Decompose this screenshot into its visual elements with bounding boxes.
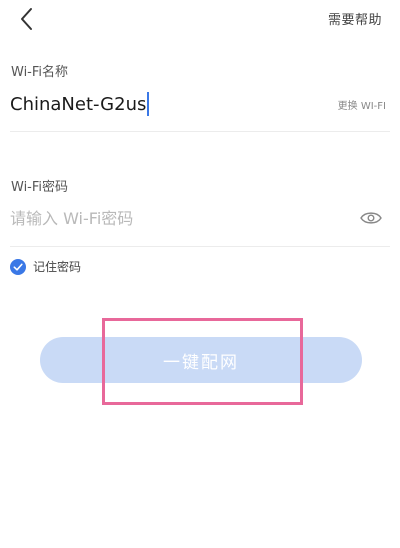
- change-wifi-link[interactable]: 更换 WI-FI: [338, 97, 386, 112]
- text-cursor: [147, 92, 150, 116]
- ssid-label: Wi-Fi名称: [11, 65, 69, 80]
- password-divider: [10, 246, 390, 247]
- back-button[interactable]: [12, 4, 42, 34]
- top-bar: 需要帮助: [0, 0, 400, 40]
- ssid-field[interactable]: ChinaNet-G2us: [10, 92, 150, 116]
- remember-password-label: 记住密码: [33, 260, 82, 274]
- remember-password-checkbox[interactable]: 记住密码: [10, 258, 81, 275]
- password-input[interactable]: [10, 204, 340, 232]
- password-label: Wi-Fi密码: [11, 180, 69, 195]
- chevron-left-icon: [21, 8, 32, 30]
- ssid-divider: [10, 131, 390, 132]
- checkmark-circle-icon: [10, 258, 26, 275]
- eye-icon: [360, 212, 382, 224]
- one-click-connect-button[interactable]: 一键配网: [40, 337, 362, 383]
- toggle-password-visibility[interactable]: [360, 210, 382, 226]
- help-link[interactable]: 需要帮助: [328, 9, 382, 28]
- ssid-value: ChinaNet-G2us: [10, 93, 147, 115]
